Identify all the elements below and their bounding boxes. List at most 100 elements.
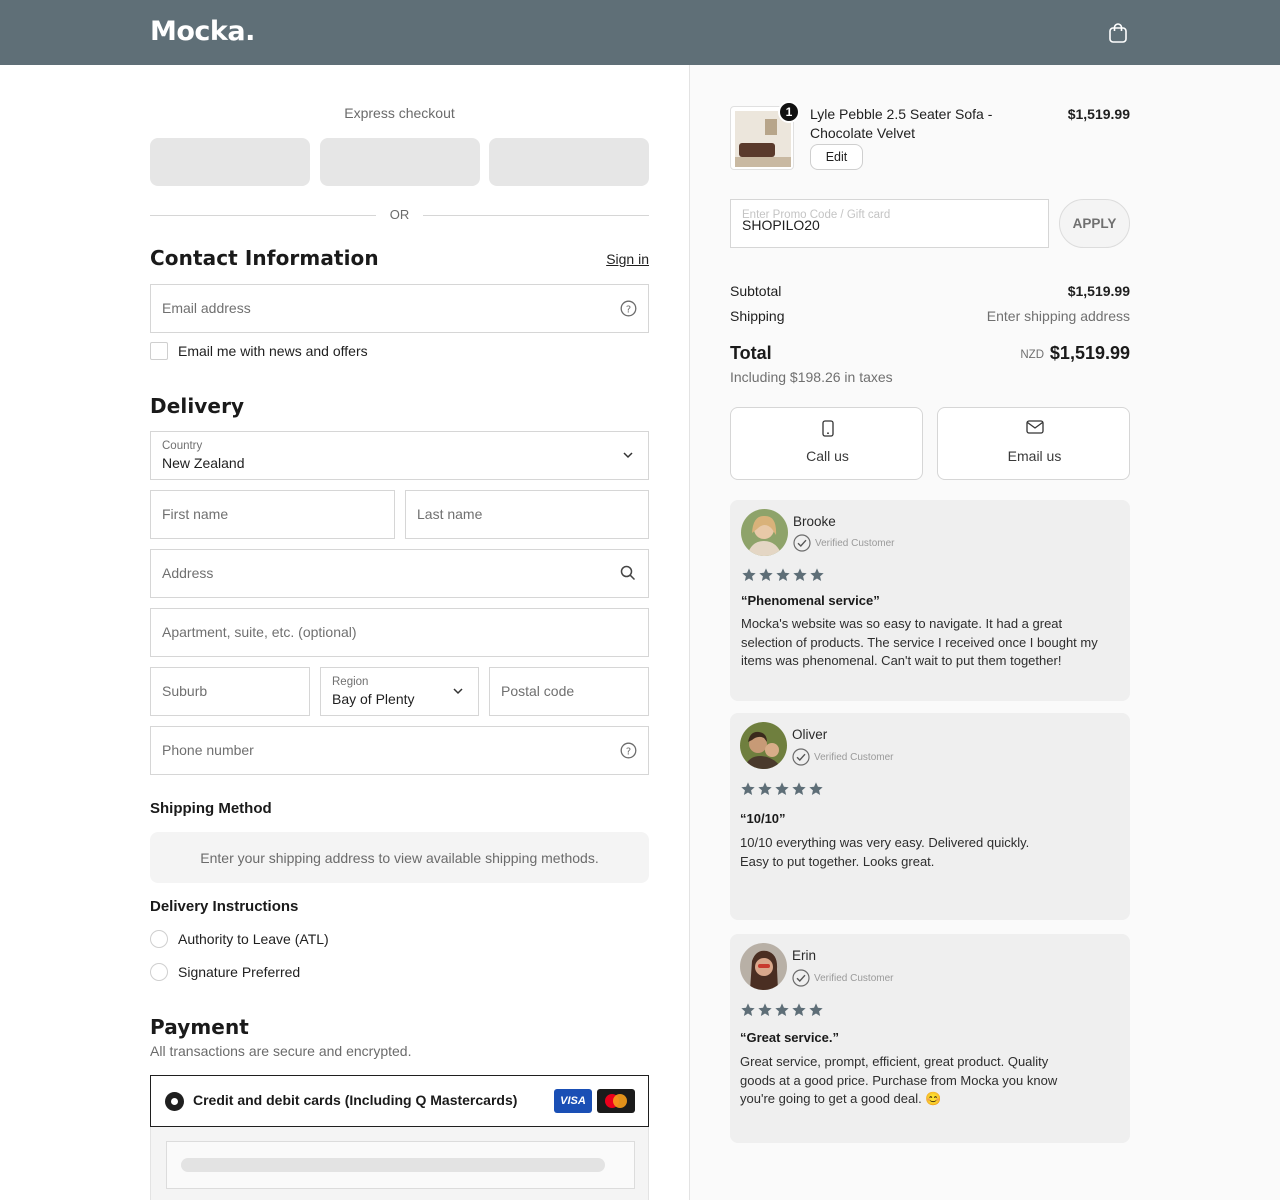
reviewer-name: Brooke <box>793 514 836 529</box>
mail-icon <box>1025 420 1044 434</box>
review-title: “Great service.” <box>740 1030 840 1045</box>
suburb-placeholder: Suburb <box>162 683 208 699</box>
verified-badge: Verified Customer <box>792 969 893 987</box>
review-title: “10/10” <box>740 811 786 826</box>
newsletter-checkbox[interactable] <box>150 342 168 360</box>
quantity-badge: 1 <box>778 101 800 123</box>
logo[interactable]: Mocka. <box>150 16 255 47</box>
signature-option[interactable]: Signature Preferred <box>150 963 300 981</box>
verified-label: Verified Customer <box>814 972 894 984</box>
discount-input[interactable]: Enter Promo Code / Gift card SHOPILO20 <box>730 199 1049 248</box>
postal-code-field[interactable]: Postal code <box>489 667 649 716</box>
payment-subtitle: All transactions are secure and encrypte… <box>150 1043 412 1059</box>
reviewer-name: Oliver <box>792 727 828 742</box>
country-label: Country <box>162 440 203 452</box>
country-select[interactable]: Country New Zealand <box>150 431 649 480</box>
phone-icon <box>821 420 834 437</box>
or-divider: OR <box>150 207 649 223</box>
tax-note: Including $198.26 in taxes <box>730 369 893 385</box>
email-field[interactable]: Email address ? <box>150 284 649 333</box>
currency-code: NZD <box>1020 349 1044 361</box>
card-payment-option[interactable]: Credit and debit cards (Including Q Mast… <box>150 1075 649 1127</box>
last-name-placeholder: Last name <box>417 506 483 522</box>
delivery-instructions-title: Delivery Instructions <box>150 898 299 915</box>
review-body: Mocka's website was so easy to navigate.… <box>741 616 1098 668</box>
apply-button[interactable]: APPLY <box>1059 199 1130 248</box>
card-form <box>150 1127 649 1200</box>
region-value: Bay of Plenty <box>332 691 415 707</box>
review-body: 10/10 everything was very easy. Delivere… <box>740 835 1030 869</box>
express-checkout-label: Express checkout <box>344 105 455 121</box>
subtotal-label: Subtotal <box>730 283 782 299</box>
cart-button[interactable] <box>1105 20 1131 46</box>
country-value: New Zealand <box>162 455 245 471</box>
apartment-placeholder: Apartment, suite, etc. (optional) <box>162 624 357 640</box>
suburb-field[interactable]: Suburb <box>150 667 310 716</box>
or-label: OR <box>389 207 410 222</box>
first-name-field[interactable]: First name <box>150 490 395 539</box>
review-card: Oliver Verified Customer “10/10” 10/10 e… <box>730 713 1130 920</box>
star-icon <box>775 782 789 795</box>
star-icon <box>742 568 756 581</box>
review-body: Great service, prompt, efficient, great … <box>740 1054 1058 1106</box>
help-icon[interactable]: ? <box>619 741 637 759</box>
apartment-field[interactable]: Apartment, suite, etc. (optional) <box>150 608 649 657</box>
star-icon <box>792 782 806 795</box>
verified-badge: Verified Customer <box>793 534 894 552</box>
last-name-field[interactable]: Last name <box>405 490 649 539</box>
star-icon <box>809 782 823 795</box>
star-icon <box>741 782 755 795</box>
star-icon <box>758 782 772 795</box>
payment-title: Payment <box>150 1015 249 1039</box>
discount-value: SHOPILO20 <box>742 217 820 233</box>
address-placeholder: Address <box>162 565 214 581</box>
star-icon <box>793 568 807 581</box>
atl-option[interactable]: Authority to Leave (ATL) <box>150 930 329 948</box>
card-loading-bar <box>181 1158 605 1172</box>
site-header: Mocka. <box>0 0 1280 65</box>
star-rating <box>740 1002 825 1018</box>
email-placeholder: Email address <box>162 300 251 316</box>
express-pay-button-1[interactable] <box>150 138 310 186</box>
review-card: Brooke Verified Customer “Phenomenal ser… <box>730 500 1130 701</box>
product-name: Lyle Pebble 2.5 Seater Sofa - Chocolate … <box>810 106 993 141</box>
star-icon <box>775 1003 789 1016</box>
star-icon <box>810 568 824 581</box>
review-title: “Phenomenal service” <box>741 593 880 608</box>
verified-label: Verified Customer <box>814 751 894 763</box>
review-card: Erin Verified Customer “Great service.” … <box>730 934 1130 1143</box>
express-pay-button-2[interactable] <box>320 138 480 186</box>
help-icon[interactable]: ? <box>619 299 637 317</box>
email-us-button[interactable]: Email us <box>937 407 1130 480</box>
express-pay-button-3[interactable] <box>489 138 649 186</box>
card-payment-radio[interactable] <box>165 1092 184 1111</box>
atl-radio[interactable] <box>150 930 168 948</box>
edit-button[interactable]: Edit <box>810 144 863 170</box>
shopping-bag-icon <box>1109 23 1127 43</box>
avatar <box>741 509 788 556</box>
first-name-placeholder: First name <box>162 506 229 522</box>
verified-check-icon <box>792 748 810 766</box>
call-us-button[interactable]: Call us <box>730 407 923 480</box>
newsletter-row[interactable]: Email me with news and offers <box>150 342 368 360</box>
star-icon <box>758 1003 772 1016</box>
signature-radio[interactable] <box>150 963 168 981</box>
total-value: $1,519.99 <box>1049 343 1130 363</box>
shipping-method-title: Shipping Method <box>150 800 272 817</box>
delivery-title: Delivery <box>150 394 245 418</box>
star-icon <box>741 1003 755 1016</box>
address-field[interactable]: Address <box>150 549 649 598</box>
sign-in-link[interactable]: Sign in <box>606 251 649 267</box>
phone-field[interactable]: Phone number ? <box>150 726 649 775</box>
atl-label: Authority to Leave (ATL) <box>178 931 329 947</box>
region-select[interactable]: Region Bay of Plenty <box>320 667 479 716</box>
card-number-field[interactable] <box>166 1141 635 1189</box>
shipping-value: Enter shipping address <box>986 308 1130 324</box>
card-payment-label: Credit and debit cards (Including Q Mast… <box>193 1092 518 1108</box>
shipping-method-note: Enter your shipping address to view avai… <box>150 832 649 883</box>
reviewer-name: Erin <box>792 948 817 963</box>
visa-icon: VISA <box>554 1089 592 1113</box>
svg-text:?: ? <box>625 746 630 757</box>
region-label: Region <box>332 676 369 688</box>
star-icon <box>759 568 773 581</box>
